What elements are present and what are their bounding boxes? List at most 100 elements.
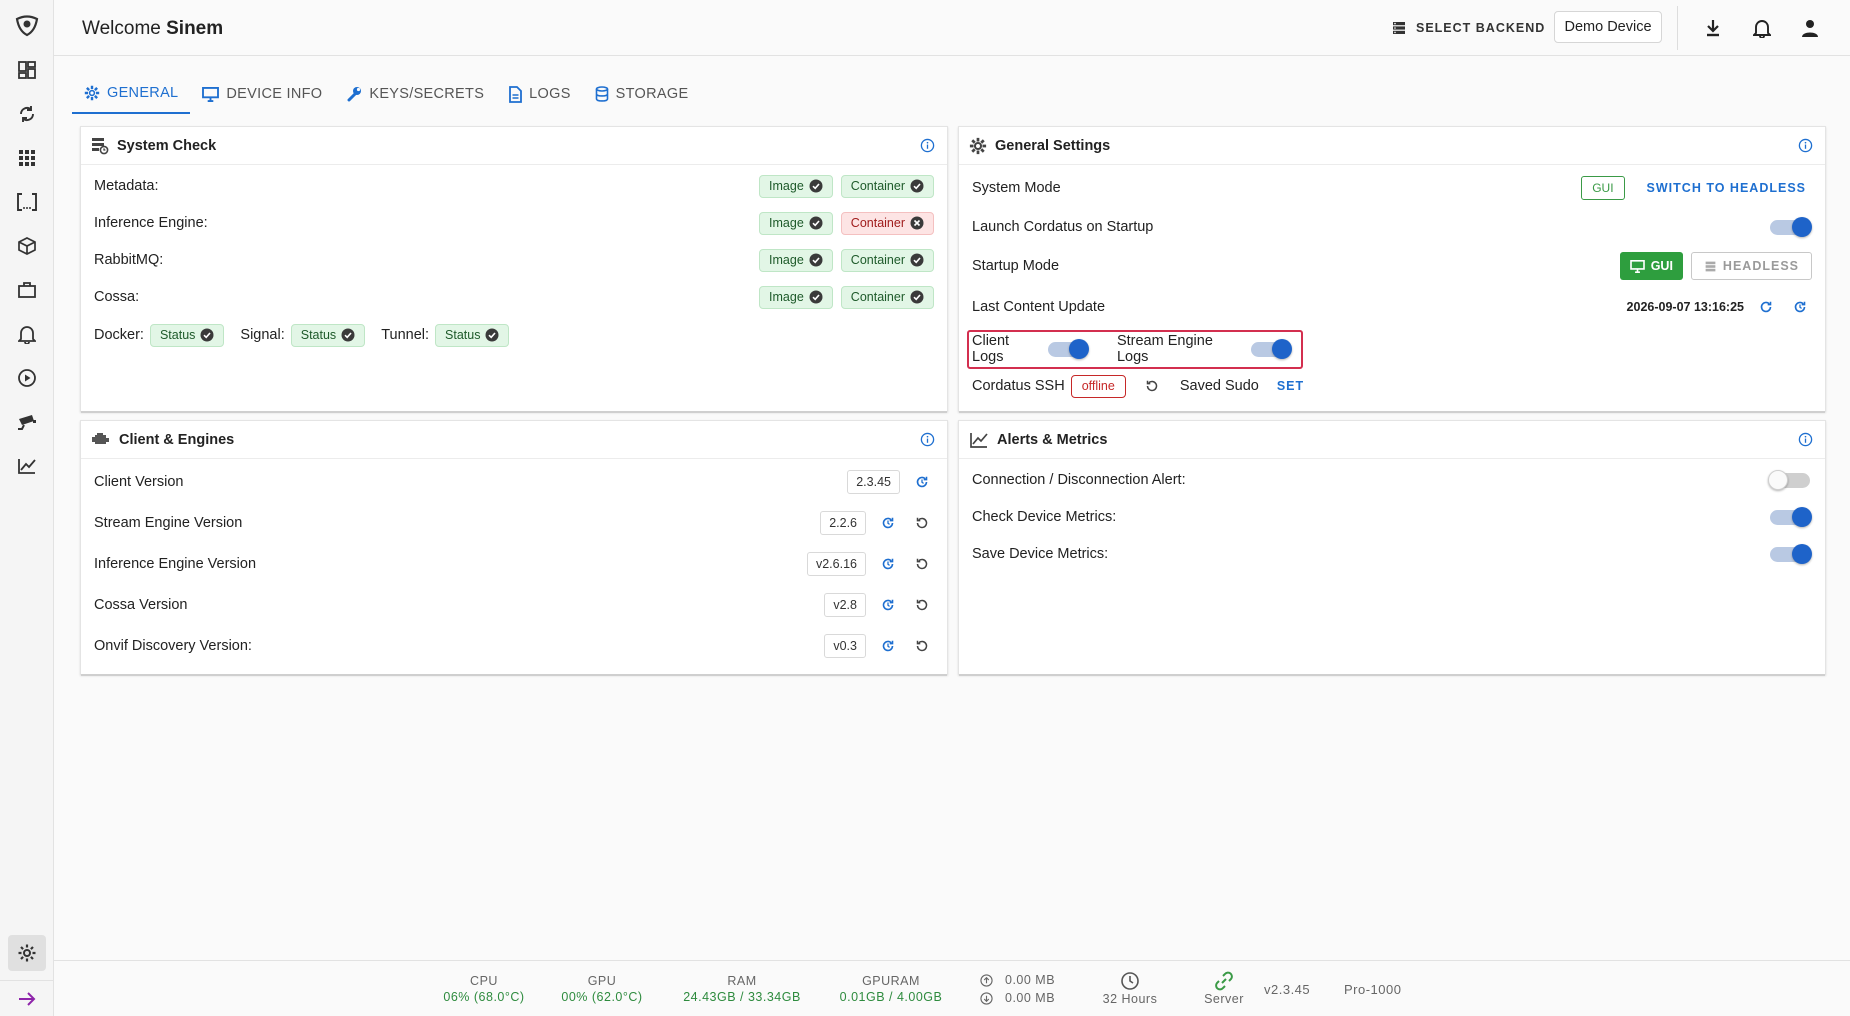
ssh-status-chip: offline: [1070, 374, 1126, 398]
briefcase-icon[interactable]: [12, 275, 42, 305]
download-icon[interactable]: [1699, 14, 1727, 42]
version-value: 2.3.45: [847, 470, 900, 494]
bell-icon[interactable]: [12, 319, 42, 349]
sidebar: [0, 0, 54, 1016]
last-update-label: Last Content Update: [972, 299, 1106, 315]
info-icon[interactable]: [1798, 432, 1813, 447]
device-selector-button[interactable]: Demo Device: [1554, 11, 1662, 43]
notifications-icon[interactable]: [1748, 14, 1776, 42]
tab-keys-secrets[interactable]: KEYS/SECRETS: [334, 74, 496, 114]
container-status-chip: Container: [840, 174, 934, 198]
tab-logs[interactable]: LOGS: [496, 74, 583, 114]
client-logs-toggle[interactable]: [1046, 339, 1089, 359]
upload-icon: [980, 973, 993, 987]
logo-icon[interactable]: [12, 10, 42, 40]
system-check-row: Inference Engine: Image Container: [94, 208, 934, 238]
upload-value: 0.00 MB: [1005, 973, 1056, 987]
clock-icon: [1090, 971, 1170, 991]
sync-icon[interactable]: [12, 99, 42, 129]
restart-icon[interactable]: [910, 552, 934, 576]
settings-button[interactable]: [8, 935, 46, 971]
startup-headless-button[interactable]: HEADLESS: [1690, 252, 1812, 280]
cube-icon[interactable]: [12, 231, 42, 261]
alert-label: Check Device Metrics:: [972, 509, 1117, 525]
system-check-title: System Check: [117, 137, 217, 154]
header-divider: [1677, 6, 1678, 50]
update-icon[interactable]: [876, 552, 900, 576]
info-icon[interactable]: [920, 432, 935, 447]
connection-alert-toggle[interactable]: [1768, 470, 1812, 490]
update-icon[interactable]: [876, 634, 900, 658]
check-metrics-toggle[interactable]: [1768, 507, 1812, 527]
service-signal: Signal: Status: [240, 323, 366, 347]
update-icon[interactable]: [876, 511, 900, 535]
monitor-icon: [202, 86, 220, 102]
service-tunnel: Tunnel: Status: [381, 323, 510, 347]
version-value: v2.8: [824, 593, 866, 617]
client-version-row: Client Version 2.3.45: [94, 467, 934, 497]
ram-value: 24.43GB / 33.34GB: [683, 990, 801, 1004]
tab-general-label: GENERAL: [107, 85, 179, 101]
chart-line-icon[interactable]: [12, 451, 42, 481]
tab-storage[interactable]: STORAGE: [583, 74, 701, 114]
select-backend-button[interactable]: SELECT BACKEND: [1391, 15, 1545, 41]
user-account-icon[interactable]: [1796, 14, 1824, 42]
system-check-panel: System Check Metadata: Image Container I…: [80, 126, 948, 413]
check-circle-icon: [200, 328, 214, 342]
info-icon[interactable]: [1798, 138, 1813, 153]
network-stat: 0.00 MB 0.00 MB: [980, 971, 1055, 1007]
set-sudo-button[interactable]: SET: [1277, 379, 1304, 393]
error-circle-icon: [910, 216, 924, 230]
link-icon: [1184, 971, 1264, 991]
info-icon[interactable]: [920, 138, 935, 153]
version-label: Client Version: [94, 474, 184, 490]
restart-icon[interactable]: [910, 634, 934, 658]
reconnect-icon[interactable]: [1140, 374, 1164, 398]
startup-gui-label: GUI: [1650, 259, 1673, 273]
tab-device-info[interactable]: DEVICE INFO: [190, 74, 334, 114]
dashboard-icon[interactable]: [12, 55, 42, 85]
client-engines-header: Client & Engines: [81, 421, 947, 459]
update-icon[interactable]: [1788, 295, 1812, 319]
server-label: Server: [1204, 992, 1244, 1006]
update-icon[interactable]: [910, 470, 934, 494]
startup-gui-button[interactable]: GUI: [1619, 252, 1683, 280]
gpu-value: 00% (62.0°C): [561, 990, 643, 1004]
service-status-chip: Status: [290, 323, 366, 347]
update-icon[interactable]: [876, 593, 900, 617]
check-circle-icon: [485, 328, 499, 342]
select-backend-label: SELECT BACKEND: [1416, 21, 1546, 35]
restart-icon[interactable]: [910, 511, 934, 535]
launch-startup-toggle[interactable]: [1768, 217, 1812, 237]
gpuram-value: 0.01GB / 4.00GB: [839, 990, 943, 1004]
download-icon: [980, 991, 993, 1005]
switch-to-headless-button[interactable]: SWITCH TO HEADLESS: [1647, 181, 1806, 195]
brackets-icon[interactable]: [12, 187, 42, 217]
save-metrics-toggle[interactable]: [1768, 544, 1812, 564]
refresh-icon[interactable]: [1754, 295, 1778, 319]
restart-icon[interactable]: [910, 593, 934, 617]
system-mode-label: System Mode: [972, 180, 1061, 196]
general-settings-title: General Settings: [995, 137, 1111, 154]
server-icon: [1704, 260, 1717, 273]
apps-grid-icon[interactable]: [12, 143, 42, 173]
tab-general[interactable]: GENERAL: [72, 74, 191, 114]
inference-engine-version-row: Inference Engine Version v2.6.16: [94, 549, 934, 579]
image-status-chip: Image: [759, 174, 833, 198]
version-value: v2.6.16: [806, 552, 866, 576]
stream-logs-toggle[interactable]: [1249, 339, 1292, 359]
image-status-chip: Image: [759, 211, 833, 235]
expand-sidebar-button[interactable]: [0, 980, 54, 1016]
gear-icon: [84, 85, 100, 101]
ssh-label: Cordatus SSH: [972, 378, 1065, 394]
play-circle-icon[interactable]: [12, 363, 42, 393]
alerts-metrics-title: Alerts & Metrics: [997, 431, 1108, 448]
chip-label: Image: [769, 253, 804, 267]
stream-logs-label: Stream Engine Logs: [1116, 333, 1213, 365]
chip-label: Image: [769, 290, 804, 304]
chip-label: Status: [445, 328, 481, 342]
ram-stat: RAM 24.43GB / 33.34GB: [677, 973, 807, 1005]
general-settings-header: General Settings: [959, 127, 1825, 165]
download-value: 0.00 MB: [1005, 991, 1056, 1005]
cctv-camera-icon[interactable]: [12, 407, 42, 437]
